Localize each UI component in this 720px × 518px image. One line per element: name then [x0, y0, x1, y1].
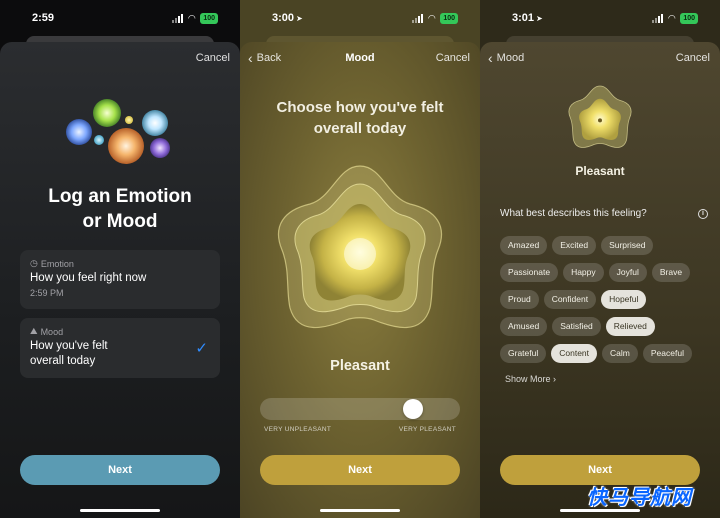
tag-row: Amused Satisfied Relieved [500, 317, 712, 336]
back-button[interactable]: ‹ Back [248, 49, 281, 66]
status-time: 3:00 [272, 12, 295, 24]
feeling-tag[interactable]: Amazed [500, 236, 548, 255]
feeling-tags: Amazed Excited Surprised Passionate Happy Joy… [500, 236, 712, 371]
home-indicator [80, 509, 160, 512]
wifi-icon: ◠ [668, 12, 676, 23]
show-more-button[interactable]: Show More › [505, 374, 556, 384]
home-indicator [320, 509, 400, 512]
status-time: 2:59 [32, 12, 55, 24]
feeling-tag[interactable]: Satisfied [552, 317, 601, 336]
tag-row: Grateful Content Calm Peaceful [500, 344, 712, 363]
sheet: Cancel Log an Emotion or Mood ◷ Emotion … [0, 42, 240, 518]
feeling-tag[interactable]: Proud [500, 290, 539, 309]
battery-icon: 100 [200, 12, 218, 24]
orange-orb [108, 128, 144, 164]
pleasant-star-icon [568, 85, 632, 148]
feeling-tag[interactable]: Happy [563, 263, 604, 282]
feeling-tag[interactable]: Amused [500, 317, 548, 336]
feeling-tag[interactable]: Confident [543, 290, 597, 309]
feeling-tag[interactable]: Content [551, 344, 598, 363]
next-button[interactable]: Next [20, 455, 220, 485]
cancel-button[interactable]: Cancel [196, 52, 230, 64]
feeling-tag[interactable]: Calm [602, 344, 638, 363]
wifi-icon: ◠ [428, 12, 436, 23]
mood-option[interactable]: ⛰ Mood How you've felt overall today ✓ [20, 318, 220, 378]
chevron-left-icon: ‹ [488, 49, 493, 66]
checkmark-icon: ✓ [195, 340, 208, 357]
feeling-tag[interactable]: Peaceful [642, 344, 692, 363]
tag-row: Proud Confident Hopeful [500, 290, 712, 309]
mood-valence-screen: 3:00 ➤ ◠ 100 ‹ Back Mood Cancel Choose ho… [240, 0, 480, 518]
watermark-logo: 快马导航网 [587, 487, 692, 509]
info-icon[interactable]: i [698, 208, 708, 219]
feeling-tag[interactable]: Grateful [500, 344, 547, 363]
status-bar: 2:59 ◠ 100 [0, 0, 240, 36]
small-yellow-orb [125, 116, 133, 124]
cancel-button[interactable]: Cancel [676, 52, 710, 64]
tag-row: Passionate Happy Joyful Brave [500, 263, 712, 282]
cancel-button[interactable]: Cancel [436, 52, 470, 64]
chevron-left-icon: ‹ [248, 49, 253, 66]
landscape-icon: ⛰ [30, 326, 38, 336]
nav-bar: Cancel [0, 52, 240, 68]
slider-min-label: VERY UNPLEASANT [264, 426, 332, 433]
purple-orb [150, 138, 170, 158]
status-bar: 3:00 ➤ ◠ 100 [240, 0, 480, 36]
feeling-label: Pleasant [330, 358, 390, 374]
feeling-label: Pleasant [575, 164, 625, 178]
feeling-tag[interactable]: Hopeful [601, 290, 647, 309]
status-time: 3:01 [512, 12, 535, 24]
sheet: ‹ Mood Cancel Pleasant What best describ… [480, 42, 720, 518]
cyan-orb [142, 110, 168, 136]
feeling-tag[interactable]: Excited [552, 236, 597, 255]
location-arrow-icon: ➤ [536, 14, 543, 23]
question-title: Choose how you've felt overall today [276, 99, 444, 137]
pleasant-star-illustration [277, 165, 443, 329]
feeling-question: What best describes this feeling? i [500, 208, 708, 219]
feeling-tag[interactable]: Brave [651, 263, 691, 282]
nav-bar: ‹ Mood Cancel [480, 49, 720, 68]
battery-icon: 100 [680, 12, 698, 24]
feeling-tag[interactable]: Joyful [608, 263, 647, 282]
nav-bar: ‹ Back Mood Cancel [240, 49, 480, 68]
feeling-description-screen: 3:01 ➤ ◠ 100 ‹ Mood Cancel Pleasant What… [480, 0, 720, 518]
signal-icon [172, 13, 184, 23]
location-arrow-icon: ➤ [296, 14, 303, 23]
sheet: ‹ Back Mood Cancel Choose how you've fel… [240, 42, 480, 518]
next-button[interactable]: Next [260, 455, 460, 485]
battery-icon: 100 [440, 12, 458, 24]
emotion-orbs-illustration [60, 94, 180, 169]
status-bar: 3:01 ➤ ◠ 100 [480, 0, 720, 36]
signal-icon [412, 13, 424, 23]
back-button[interactable]: ‹ Mood [488, 49, 524, 66]
feeling-tag[interactable]: Relieved [605, 317, 655, 336]
small-teal-orb [94, 135, 104, 145]
emotion-mood-picker-screen: 2:59 ◠ 100 Cancel Log an Emotion or Mood… [0, 0, 240, 518]
clock-icon: ◷ [30, 258, 38, 268]
slider-max-label: VERY PLEASANT [398, 426, 456, 433]
blue-orb [66, 119, 92, 145]
green-orb [93, 99, 121, 127]
chevron-right-icon: › [553, 374, 557, 384]
emotion-option[interactable]: ◷ Emotion How you feel right now 2:59 PM [20, 250, 220, 309]
wifi-icon: ◠ [188, 12, 196, 23]
feeling-tag[interactable]: Passionate [500, 263, 559, 282]
pleasantness-slider[interactable] [260, 398, 460, 420]
slider-thumb[interactable] [402, 399, 423, 419]
feeling-tag[interactable]: Surprised [601, 236, 654, 255]
signal-icon [652, 13, 664, 23]
page-title: Log an Emotion or Mood [48, 186, 192, 232]
tag-row: Amazed Excited Surprised [500, 236, 712, 255]
